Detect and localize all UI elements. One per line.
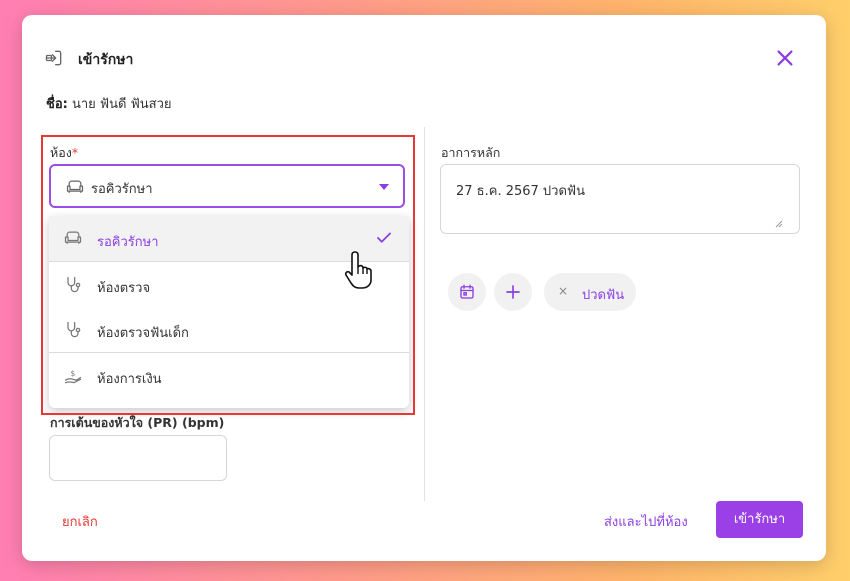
patient-name: ชื่อ: นาย ฟันดี ฟันสวย: [46, 93, 172, 114]
chip-label: ปวดฟัน: [582, 288, 625, 303]
room-option-label: ห้องตรวจฟันเด็ก: [97, 326, 189, 341]
pulse-label: การเต้นของหัวใจ (PR) (bpm): [50, 415, 225, 430]
symptom-textarea[interactable]: 27 ธ.ค. 2567 ปวดฟัน: [440, 164, 800, 234]
svg-text:$: $: [71, 369, 76, 378]
hand-money-icon: $: [63, 366, 83, 386]
calendar-icon: [460, 284, 474, 299]
room-option-finance[interactable]: $ ห้องการเงิน: [49, 353, 409, 398]
room-dropdown: รอคิวรักษา ห้องตรวจ ห้องตรวจฟันเด็ก $ ห้…: [49, 216, 409, 408]
stethoscope-icon: [63, 275, 83, 295]
room-option-label: ห้องการเงิน: [97, 372, 162, 387]
close-icon[interactable]: [774, 47, 796, 69]
sofa-icon: [63, 229, 83, 249]
modal-title: เข้ารักษา: [78, 52, 134, 68]
resize-handle-icon[interactable]: [775, 213, 783, 228]
chip-remove-icon[interactable]: ×: [558, 284, 568, 298]
sign-in-icon: [44, 48, 64, 68]
symptom-chip: × ปวดฟัน: [544, 273, 636, 311]
caret-down-icon: [379, 184, 389, 190]
patient-name-value: นาย ฟันดี ฟันสวย: [71, 97, 172, 112]
pulse-input[interactable]: [49, 435, 227, 481]
plus-icon: [506, 285, 520, 299]
room-label-text: ห้อง: [50, 145, 72, 160]
check-icon: [375, 229, 393, 247]
admit-button[interactable]: เข้ารักษา: [716, 501, 803, 538]
calendar-button[interactable]: [448, 273, 486, 311]
send-to-room-button[interactable]: ส่งและไปที่ห้อง: [604, 511, 688, 532]
room-option-label: รอคิวรักษา: [97, 235, 159, 250]
room-option-label: ห้องตรวจ: [97, 281, 151, 296]
required-mark: *: [71, 145, 79, 160]
column-divider: [424, 127, 425, 501]
sofa-icon: [65, 178, 85, 196]
add-symptom-button[interactable]: [494, 273, 532, 311]
stethoscope-icon: [63, 320, 83, 340]
symptom-label: อาการหลัก: [441, 145, 501, 160]
room-option-kids-exam[interactable]: ห้องตรวจฟันเด็ก: [49, 307, 409, 352]
symptom-text: 27 ธ.ค. 2567 ปวดฟัน: [456, 184, 586, 199]
room-select-value: รอคิวรักษา: [91, 182, 153, 197]
admit-modal: เข้ารักษา ชื่อ: นาย ฟันดี ฟันสวย ห้อง* ร…: [22, 15, 826, 561]
cancel-button[interactable]: ยกเลิก: [62, 511, 98, 532]
room-select[interactable]: รอคิวรักษา: [49, 164, 405, 208]
patient-name-label: ชื่อ:: [46, 97, 68, 112]
room-label: ห้อง*: [50, 143, 78, 163]
hand-cursor-icon: [344, 250, 378, 290]
